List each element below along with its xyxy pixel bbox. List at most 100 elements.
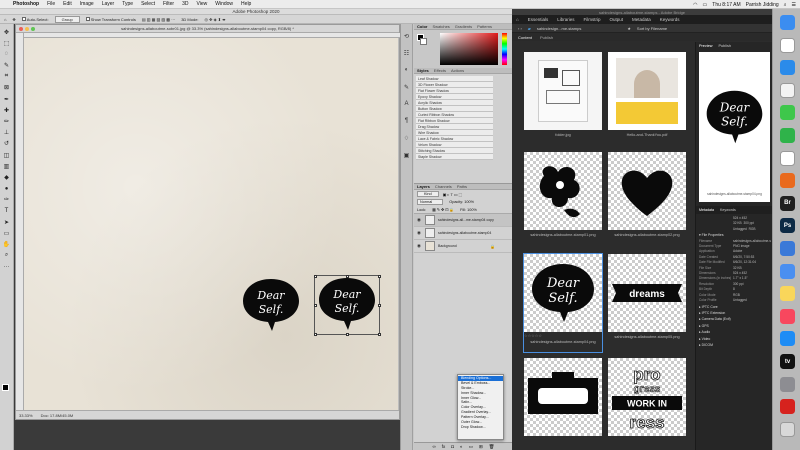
paragraph-icon[interactable]: ¶ [403,117,411,125]
workspace-filmstrip[interactable]: Filmstrip [584,17,601,22]
menu-select[interactable]: Select [141,1,155,7]
blend-mode-select[interactable]: Normal [417,199,444,205]
notes-icon[interactable] [780,286,795,302]
facetime-icon[interactable] [780,128,795,143]
tab-metadata[interactable]: Metadata [699,208,714,212]
blur-tool-icon[interactable]: ◆ [3,173,11,181]
rating-stars[interactable]: ☆☆☆☆☆ [524,333,602,338]
workspace-metadata[interactable]: Metadata [632,17,651,22]
doc-info[interactable]: Doc: 17.8M/45.0M [41,413,74,418]
background-swatch[interactable] [420,38,427,45]
shape-tool-icon[interactable]: ▭ [3,229,11,237]
layer-row[interactable]: ◉ sahindesigns-all...me-stamp04 copy [414,214,513,227]
battery-icon[interactable]: ▭ [703,2,708,8]
visibility-eye-icon[interactable]: ◉ [417,217,422,223]
menu-filter[interactable]: Filter [163,1,174,7]
tab-actions[interactable]: Actions [451,68,464,73]
menu-3d[interactable]: 3D [182,1,188,7]
lock-icons[interactable]: ▦ ✎ ✥ ⊡ 🔒 [432,207,454,212]
visibility-eye-icon[interactable]: ◉ [417,230,422,236]
tab-styles[interactable]: Styles [417,68,429,73]
gradient-tool-icon[interactable]: ▥ [3,162,11,170]
menu-help[interactable]: Help [241,1,251,7]
tab-preview[interactable]: Preview [699,44,713,48]
chrome-icon[interactable] [780,150,795,166]
quick-select-icon[interactable]: ✎ [3,62,11,70]
color-picker-field[interactable] [440,33,498,65]
new-layer-icon[interactable]: ⊞ [479,444,483,450]
close-icon[interactable] [19,27,23,31]
path-select-icon[interactable]: ➤ [3,218,11,226]
brush-settings-icon[interactable]: ✎ [403,83,411,91]
sort-dropdown[interactable]: Sort by Filename [637,26,667,31]
menu-item-drop-shadow[interactable]: Drop Shadow... [458,425,503,430]
menu-layer[interactable]: Layer [102,1,115,7]
appstore-icon[interactable] [780,331,795,347]
calendar-icon[interactable] [780,37,795,53]
frame-tool-icon[interactable]: ⊠ [3,84,11,92]
marquee-tool-icon[interactable]: ⬚ [3,39,11,47]
path-breadcrumb[interactable]: sahindesign...me-stamps [537,26,581,31]
filter-stars-icon[interactable]: ★ [627,26,631,31]
tab-patterns[interactable]: Patterns [477,24,492,29]
move-tool-icon[interactable]: ✥ [12,17,15,22]
tab-color[interactable]: Color [417,24,427,29]
search-icon[interactable]: ⌕ [784,2,787,8]
auto-select-checkbox[interactable]: Auto-Select: [21,17,49,22]
character-icon[interactable]: A [403,100,411,108]
properties-icon[interactable]: ☷ [403,49,411,57]
libraries-icon[interactable]: ▣ [403,151,411,159]
layer-name[interactable]: Background [438,244,457,248]
tab-keywords[interactable]: Keywords [720,208,736,212]
healing-brush-icon[interactable]: ✚ [3,106,11,114]
speech-bubble-stamp-copy[interactable]: Dear Self. [316,274,378,336]
stamp-tool-icon[interactable]: ⊥ [3,129,11,137]
filter-icons[interactable]: ▣ ◐ T ▭ ⬚ [443,192,462,197]
mask-icon[interactable]: ◘ [451,444,454,449]
eyedropper-icon[interactable]: ✒ [3,95,11,103]
menu-file[interactable]: File [47,1,55,7]
more-tools-icon[interactable]: ··· [3,263,11,271]
menu-window[interactable]: Window [215,1,233,7]
glyphs-icon[interactable]: ♢ [403,134,411,142]
firefox-icon[interactable] [780,173,795,189]
thumbnail-item[interactable]: sahindesigns-allaboutme-stamp01.png [524,152,602,250]
pen-tool-icon[interactable]: ✑ [3,196,11,204]
settings-icon[interactable] [780,376,795,392]
document-tab[interactable]: sahindesigns-allaboutme-sobr01.jpg @ 33.… [16,25,399,33]
preview-pane[interactable]: Dear Self. sahindesigns-allaboutme-stamp… [699,52,770,202]
show-transform-checkbox[interactable]: Show Transform Controls [85,17,136,22]
canvas[interactable]: Dear Self. Dear Self. [24,38,398,411]
tab-publish[interactable]: Publish [540,35,553,40]
layer-row[interactable]: ◉ Background 🔒 [414,240,513,253]
workspace-essentials[interactable]: Essentials [528,17,549,22]
hand-tool-icon[interactable]: ✋ [3,241,11,249]
minimize-icon[interactable] [25,27,29,31]
type-tool-icon[interactable]: T [3,207,11,215]
thumbnail-item[interactable]: dreams sahindesigns-allaboutme-stamp05.p… [608,254,686,352]
move-tool-icon[interactable]: ✥ [3,28,11,36]
photos-icon[interactable] [780,82,795,98]
speech-bubble-stamp[interactable]: Dear Self. [240,275,302,337]
menu-image[interactable]: Image [80,1,94,7]
layer-name[interactable]: sahindesigns-all...me-stamp04 copy [438,218,494,222]
clock[interactable]: Thu 8:17 AM [712,2,740,8]
thumbnail-item[interactable]: sahindesigns-allaboutme-stamp02.png [608,152,686,250]
layer-row[interactable]: ◉ sahindesigns-allaboutme-stamp04 [414,227,513,240]
music-icon[interactable] [780,308,795,324]
workspace-keywords[interactable]: Keywords [660,17,680,22]
user-name[interactable]: Parrish Jidding [746,2,779,8]
tab-paths[interactable]: Paths [457,184,467,189]
thumbnail-item-selected[interactable]: Dear Self. ☆☆☆☆☆ sahindesigns-allaboutme… [523,253,603,353]
dodge-tool-icon[interactable]: ● [3,185,11,193]
crop-tool-icon[interactable]: ⌗ [3,73,11,81]
eraser-icon[interactable]: ◫ [3,151,11,159]
section-dicom[interactable]: ▸ DICOM [699,342,771,348]
adjustments-icon[interactable]: ◐ [403,66,411,74]
fill-field[interactable]: Fill: 100% [460,208,477,212]
tab-layers[interactable]: Layers [417,184,430,189]
fx-icon[interactable]: fx [442,444,446,449]
appletv-icon[interactable]: tv [780,354,795,369]
align-icons[interactable]: ▤ ▥ ▦ ▧ ▨ ▩ ··· [142,17,175,22]
app-menu[interactable]: Photoshop [13,1,39,7]
